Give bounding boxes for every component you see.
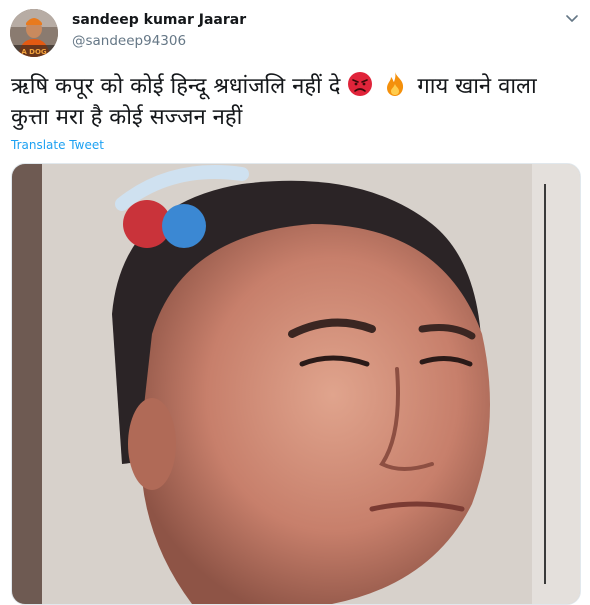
avatar-image: A DOG <box>10 9 58 57</box>
avatar-text: A DOG <box>21 48 47 56</box>
author-handle[interactable]: @sandeep94306 <box>72 33 186 49</box>
tweet-text: ऋषि कपूर को कोई हिन्दू श्रधांजलि नहीं दे… <box>11 71 581 133</box>
chevron-down-icon <box>566 15 578 22</box>
portrait-photo <box>12 164 580 604</box>
tweet-text-part-3: कुत्ता मरा है कोई सज्जन नहीं <box>11 105 243 130</box>
tweet-media-image[interactable] <box>11 163 581 605</box>
translate-tweet-link[interactable]: Translate Tweet <box>11 138 104 152</box>
avatar[interactable]: A DOG <box>10 9 58 57</box>
tweet-menu-button[interactable] <box>561 10 583 28</box>
angry-face-emoji <box>348 72 373 96</box>
author-display-name[interactable]: sandeep kumar Jaarar <box>72 12 246 28</box>
fire-emoji <box>387 72 404 96</box>
tweet-text-part-2: गाय खाने वाला <box>417 74 537 99</box>
tweet-text-part-1: ऋषि कपूर को कोई हिन्दू श्रधांजलि नहीं दे <box>11 74 341 99</box>
